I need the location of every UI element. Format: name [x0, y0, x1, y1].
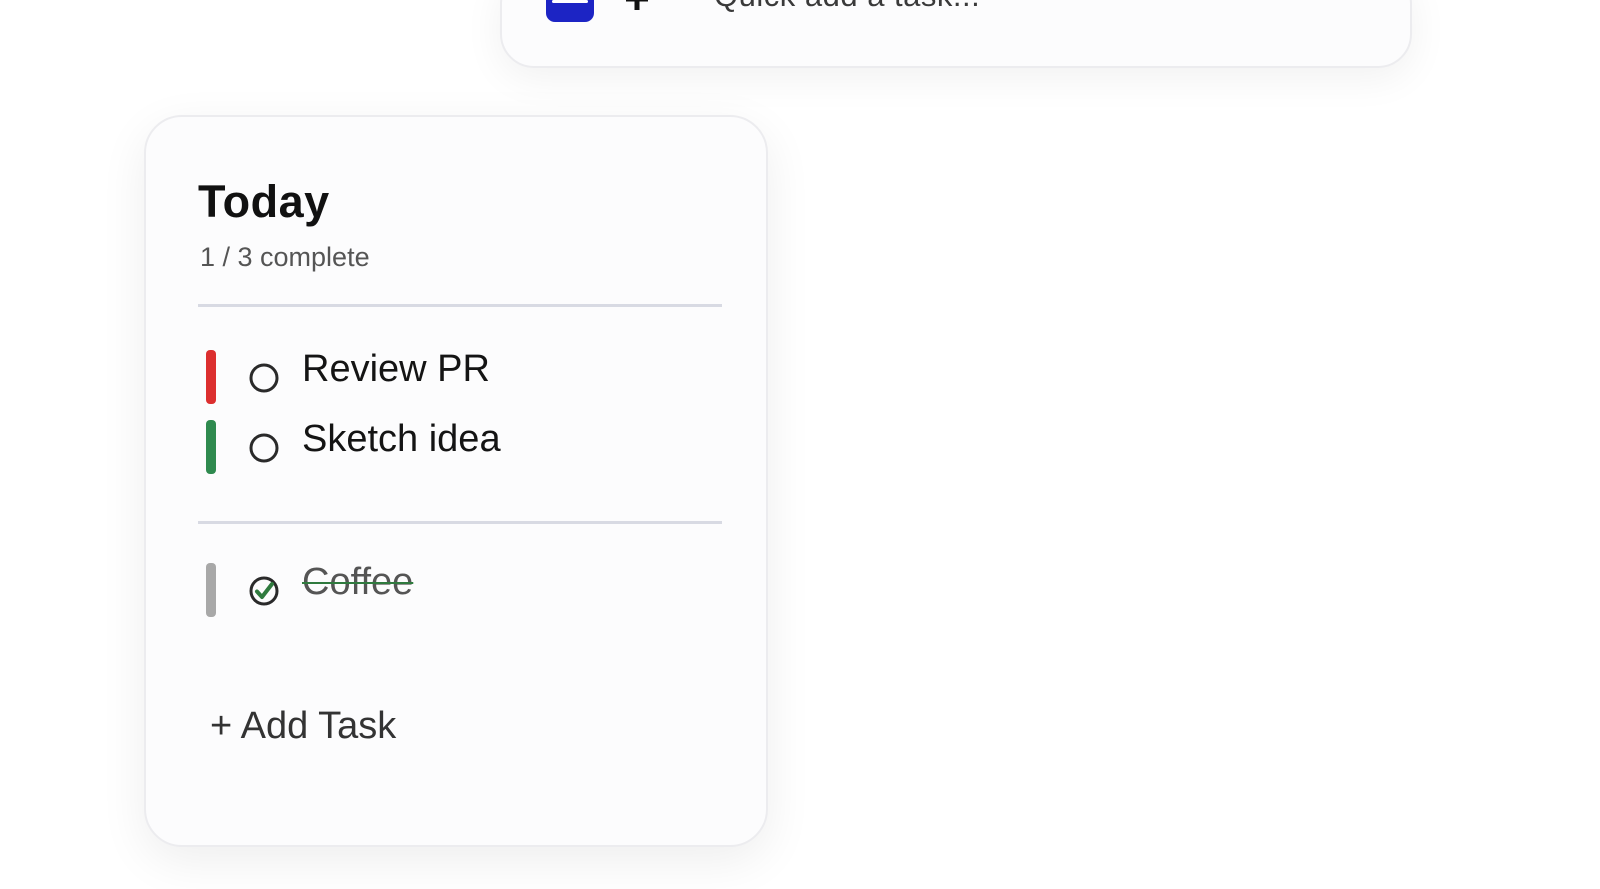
plus-icon[interactable] [626, 0, 648, 10]
circle-checkbox-icon[interactable] [248, 362, 280, 394]
checked-circle-icon[interactable] [248, 575, 280, 607]
card-title: Today [198, 176, 330, 227]
add-task-button[interactable]: + Add Task [210, 707, 396, 745]
today-card: Today 1 / 3 complete Review PR Sketch id… [144, 115, 768, 847]
priority-bar [206, 420, 216, 474]
priority-bar [206, 563, 216, 617]
task-item-completed[interactable]: Coffee [206, 561, 706, 617]
task-label: Coffee [302, 561, 414, 603]
quick-add-bar[interactable] [500, 0, 1412, 68]
divider [198, 304, 722, 307]
app-badge-icon [546, 0, 594, 22]
divider [198, 521, 722, 524]
priority-bar [206, 350, 216, 404]
progress-text: 1 / 3 complete [200, 242, 370, 272]
task-label: Review PR [302, 348, 490, 390]
circle-checkbox-icon[interactable] [248, 432, 280, 464]
task-item[interactable]: Review PR [206, 348, 706, 404]
task-label: Sketch idea [302, 418, 501, 460]
task-item[interactable]: Sketch idea [206, 418, 706, 474]
quick-add-input[interactable] [714, 0, 1354, 14]
